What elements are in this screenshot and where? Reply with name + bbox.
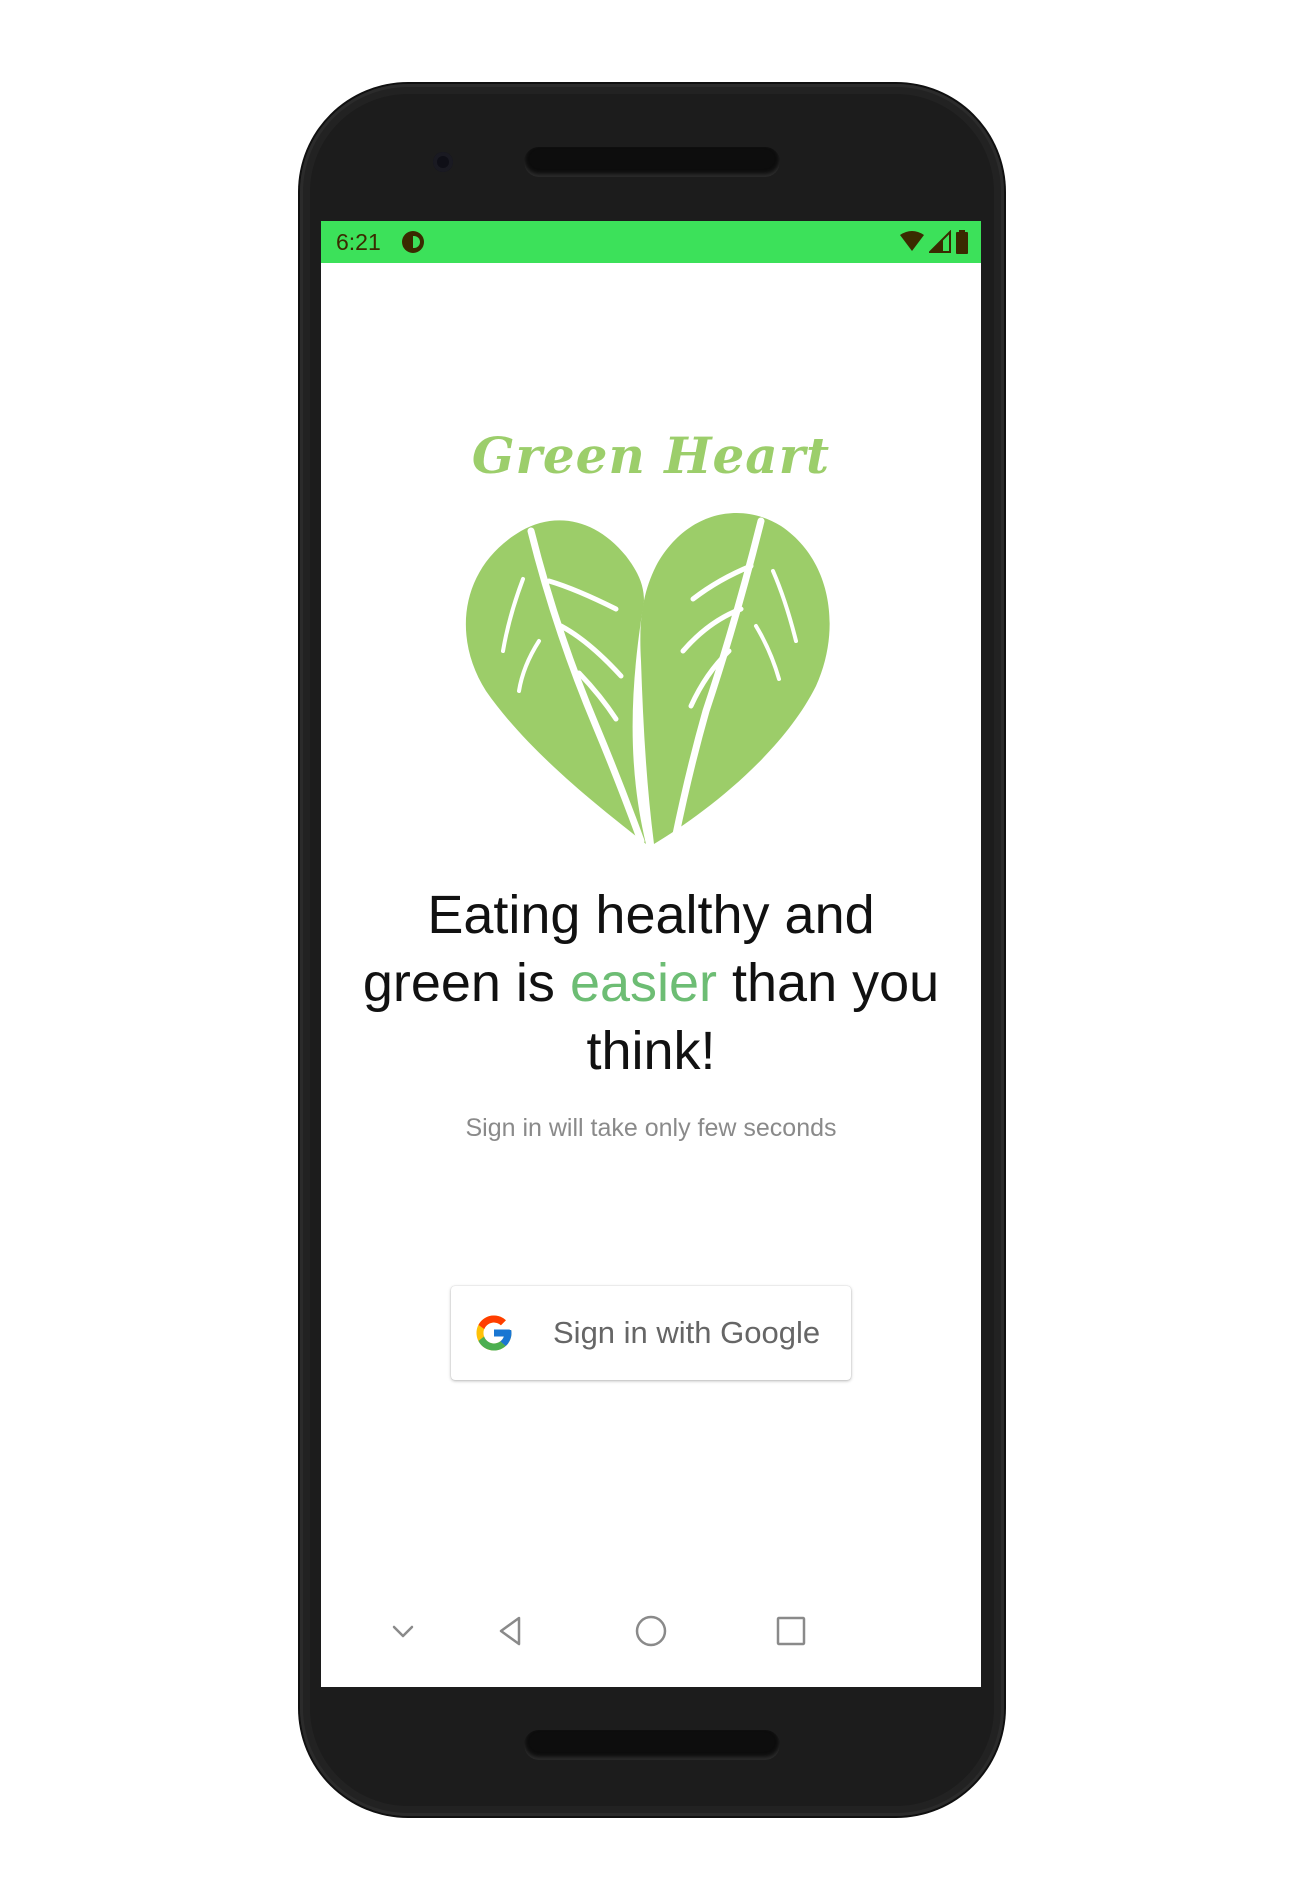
leaf-heart-icon	[465, 513, 830, 845]
signin-subtext: Sign in will take only few seconds	[465, 1114, 837, 1142]
status-icons	[899, 230, 969, 254]
front-camera	[433, 152, 453, 172]
back-icon[interactable]	[491, 1611, 531, 1651]
system-nav-bar	[321, 1597, 981, 1677]
status-bar: 6:21	[321, 221, 981, 263]
home-icon[interactable]	[631, 1611, 671, 1651]
google-signin-label: Sign in with Google	[553, 1315, 821, 1350]
cell-signal-icon	[929, 230, 951, 253]
google-g-icon	[476, 1315, 512, 1351]
headline: Eating healthy and green is easier than …	[361, 881, 941, 1085]
bottom-speaker	[524, 1730, 780, 1760]
battery-icon	[956, 230, 968, 254]
google-signin-button[interactable]: Sign in with Google	[451, 1286, 851, 1380]
recents-icon[interactable]	[771, 1611, 811, 1651]
app-screen: 6:21 Green Heart Eating healthy and gree…	[321, 221, 981, 1687]
headline-accent: easier	[569, 953, 718, 1013]
chevron-down-icon[interactable]	[383, 1611, 423, 1651]
app-logo-title: Green Heart	[471, 426, 831, 485]
app-notification-icon	[401, 231, 424, 253]
top-speaker	[524, 147, 780, 177]
phone-frame: 6:21 Green Heart Eating healthy and gree…	[300, 84, 1004, 1816]
wifi-icon	[900, 231, 924, 251]
status-time: 6:21	[336, 228, 381, 255]
